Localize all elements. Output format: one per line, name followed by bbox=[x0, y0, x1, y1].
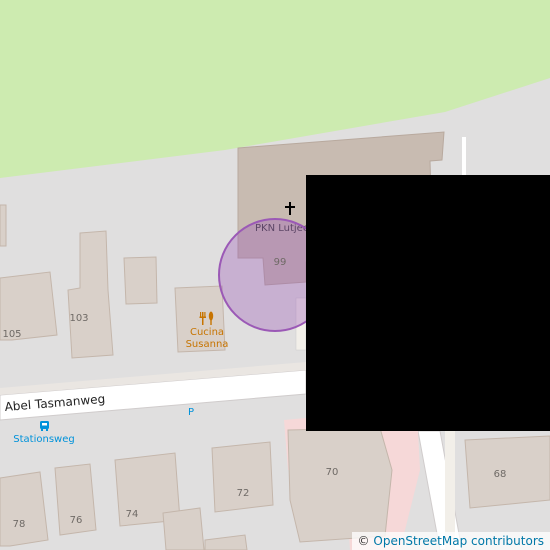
house-number: 72 bbox=[237, 488, 250, 499]
bus-stop-label: Stationsweg bbox=[13, 434, 74, 445]
house-number: 74 bbox=[126, 509, 139, 520]
house-number: 76 bbox=[70, 515, 83, 526]
parking-label: P bbox=[188, 407, 194, 418]
building bbox=[162, 507, 205, 550]
building bbox=[0, 471, 49, 547]
building bbox=[123, 256, 158, 305]
building bbox=[287, 427, 393, 543]
house-number: 99 bbox=[274, 257, 287, 268]
osm-contributors-link[interactable]: OpenStreetMap contributors bbox=[373, 534, 544, 548]
copyright-symbol: © bbox=[357, 534, 370, 548]
house-number: 103 bbox=[69, 313, 88, 324]
restaurant-label-line1: Cucina bbox=[190, 327, 224, 338]
house-number: 105 bbox=[2, 329, 21, 340]
building bbox=[211, 441, 274, 513]
restaurant-label-line2: Susanna bbox=[186, 339, 229, 350]
building bbox=[464, 435, 550, 509]
building bbox=[0, 204, 7, 247]
map-attribution: © OpenStreetMap contributors bbox=[351, 532, 550, 550]
house-number: 70 bbox=[326, 467, 339, 478]
redacted-region bbox=[306, 175, 550, 431]
house-number: 68 bbox=[494, 469, 507, 480]
house-number: 78 bbox=[13, 519, 26, 530]
map-view[interactable]: PKN Lutjee Cucina Susanna 99 105 103 70 … bbox=[0, 0, 550, 550]
